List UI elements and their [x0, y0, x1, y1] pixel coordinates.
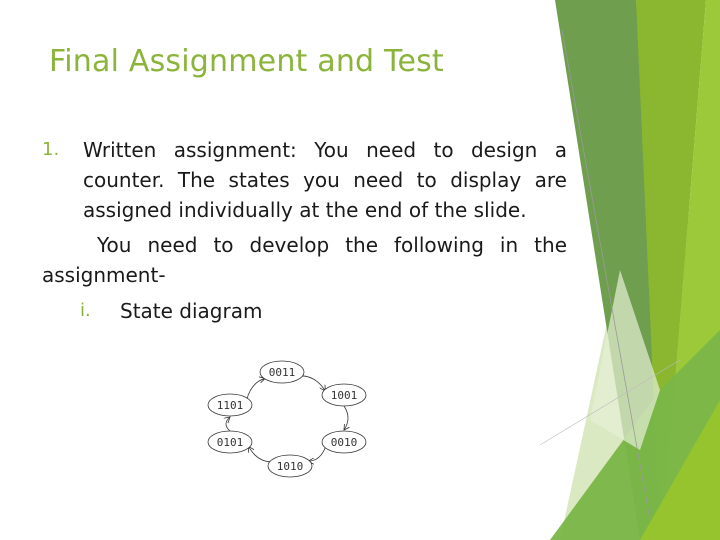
item-text: Written assignment: You need to design a…: [83, 138, 567, 222]
state-label: 0101: [217, 436, 244, 449]
state-label: 1001: [331, 389, 358, 402]
state-label: 1010: [277, 460, 304, 473]
item-number: 1.: [42, 139, 60, 160]
sub-item-number: i.: [80, 300, 91, 321]
transition-arrow: [344, 405, 348, 430]
paragraph: You need to develop the following in the…: [42, 230, 567, 290]
state-label: 0011: [269, 366, 296, 379]
numbered-item: 1. Written assignment: You need to desig…: [42, 135, 567, 225]
transition-arrow: [226, 417, 230, 432]
paragraph-text: You need to develop the following in the…: [42, 233, 567, 287]
state-label: 0010: [331, 436, 358, 449]
sub-item-text: State diagram: [120, 299, 263, 323]
slide-title: Final Assignment and Test: [49, 44, 444, 79]
slide: Final Assignment and Test 1. Written ass…: [0, 0, 720, 540]
transition-arrow: [308, 446, 327, 461]
sub-item: i. State diagram: [80, 296, 480, 326]
state-diagram: 0011 1001 0010 1010 0101 1101: [207, 360, 367, 478]
transition-arrow: [300, 375, 325, 391]
transition-arrow: [246, 378, 265, 400]
state-label: 1101: [217, 399, 244, 412]
transition-arrow: [249, 446, 272, 463]
